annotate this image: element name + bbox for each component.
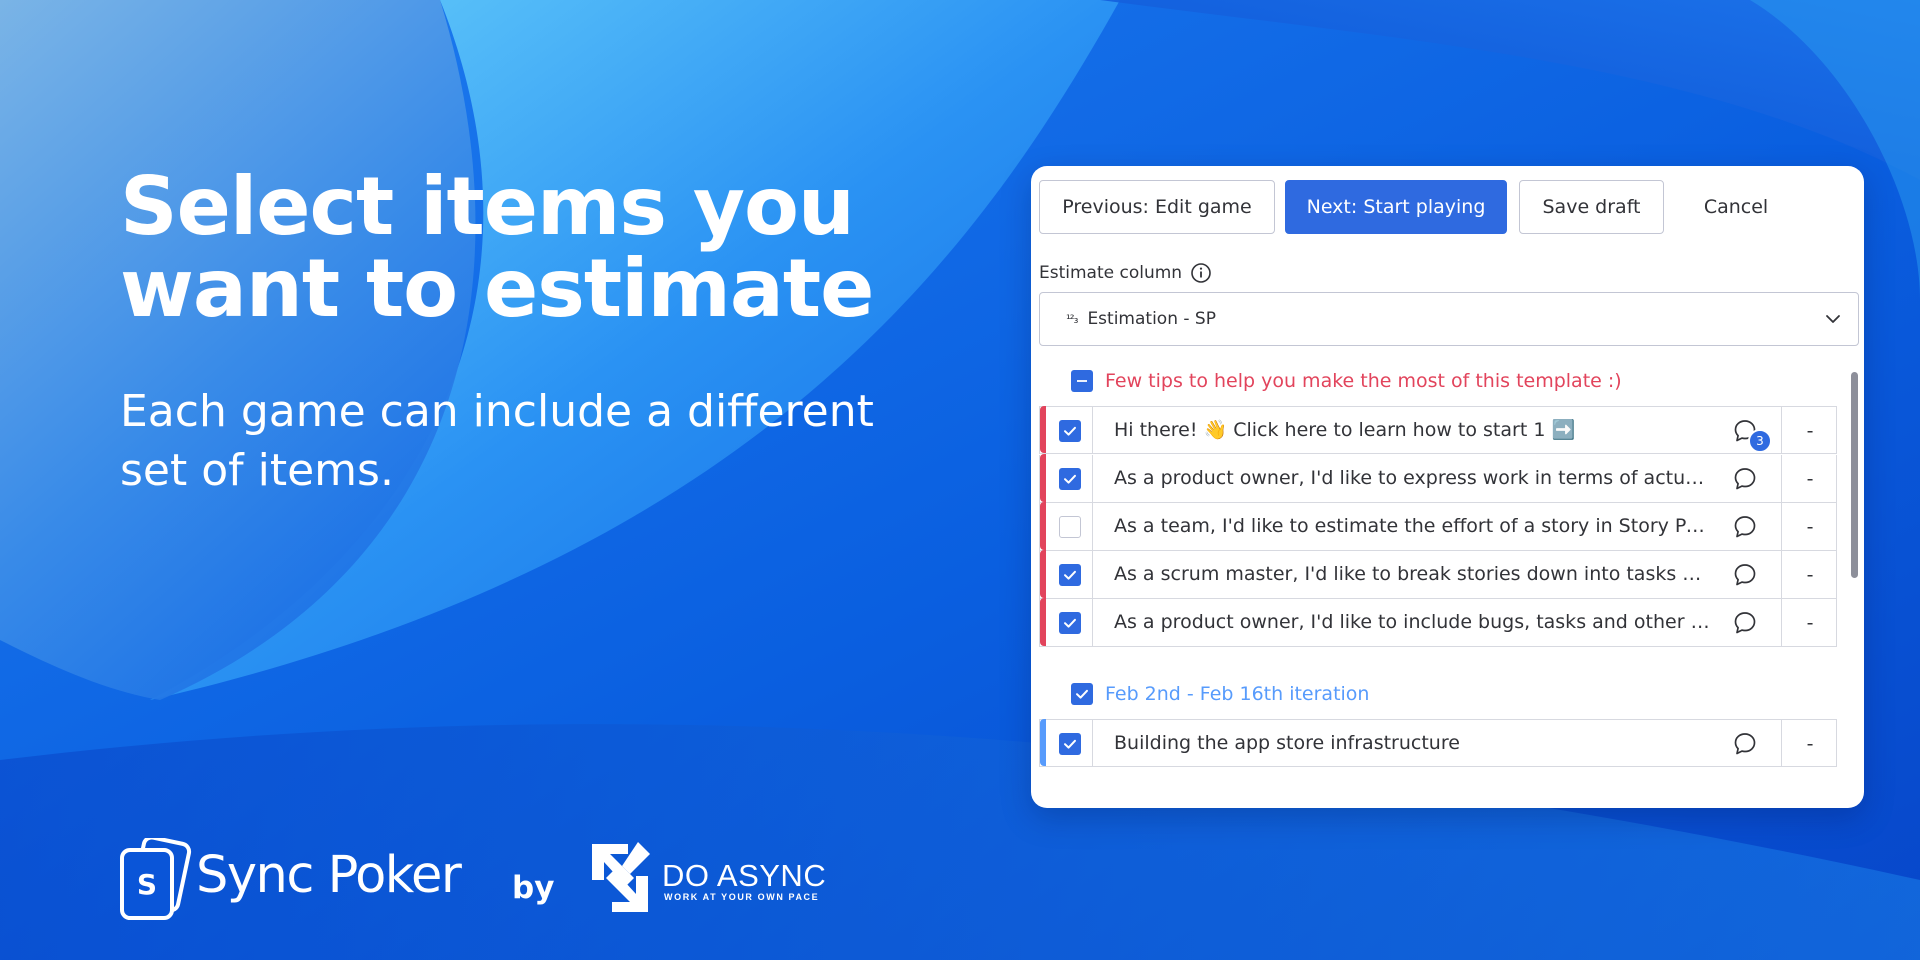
item-checkbox-cell	[1048, 720, 1093, 767]
group-color-bar	[1040, 598, 1046, 646]
estimate-selected-value: Estimation - SP	[1087, 309, 1216, 329]
do-async-logo-icon	[592, 842, 650, 912]
item-estimate: -	[1781, 599, 1837, 646]
item-estimate: -	[1781, 407, 1837, 454]
group-checkbox[interactable]	[1071, 683, 1093, 705]
partner-tagline: WORK AT YOUR OWN PACE	[664, 892, 820, 902]
table-row[interactable]: As a product owner, I'd like to include …	[1039, 598, 1837, 647]
group-partial-checkbox[interactable]	[1071, 370, 1093, 392]
next-button[interactable]: Next: Start playing	[1285, 180, 1507, 234]
group-color-bar	[1040, 502, 1046, 550]
scrollbar[interactable]	[1848, 368, 1860, 798]
table-row[interactable]: As a product owner, I'd like to express …	[1039, 454, 1837, 503]
table-row[interactable]: As a team, I'd like to estimate the effo…	[1039, 502, 1837, 551]
item-checkbox[interactable]	[1059, 419, 1081, 442]
select-items-panel: Previous: Edit game Next: Start playing …	[1031, 166, 1864, 808]
table-row[interactable]: Hi there! 👋 Click here to learn how to s…	[1039, 406, 1837, 454]
group-color-bar	[1040, 454, 1046, 502]
item-checkbox[interactable]	[1059, 515, 1081, 538]
comment-icon[interactable]	[1732, 514, 1758, 540]
item-checkbox-cell	[1048, 407, 1093, 454]
logo-letter: S	[137, 868, 157, 901]
hero-subtitle: Each game can include a different set of…	[120, 386, 874, 496]
comment-icon[interactable]	[1732, 466, 1758, 492]
item-name: As a product owner, I'd like to include …	[1114, 611, 1714, 633]
numbers-column-icon: ¹²₃	[1066, 312, 1078, 326]
item-estimate: -	[1781, 551, 1837, 598]
estimate-column-label: Estimate column	[1039, 262, 1212, 284]
previous-button[interactable]: Previous: Edit game	[1039, 180, 1275, 234]
group-title: Feb 2nd - Feb 16th iteration	[1105, 683, 1370, 705]
item-checkbox-cell	[1048, 599, 1093, 646]
item-name: As a team, I'd like to estimate the effo…	[1114, 515, 1714, 537]
group-title: Few tips to help you make the most of th…	[1105, 370, 1622, 392]
comment-icon[interactable]	[1732, 731, 1758, 757]
hero-title: Select items you want to estimate	[120, 160, 874, 335]
info-icon[interactable]	[1190, 262, 1212, 284]
comment-icon[interactable]	[1732, 610, 1758, 636]
item-name: As a scrum master, I'd like to break sto…	[1114, 563, 1714, 585]
cancel-button[interactable]: Cancel	[1674, 180, 1798, 234]
group-header[interactable]: Feb 2nd - Feb 16th iteration	[1071, 679, 1369, 709]
group-color-bar	[1040, 550, 1046, 598]
item-checkbox-cell	[1048, 455, 1093, 502]
item-estimate: -	[1781, 503, 1837, 550]
chevron-down-icon	[1826, 315, 1840, 323]
scrollbar-thumb[interactable]	[1851, 372, 1858, 578]
comment-icon[interactable]	[1732, 562, 1758, 588]
brand-name: Sync Poker	[196, 846, 462, 905]
group-color-bar	[1040, 719, 1046, 766]
item-name: Hi there! 👋 Click here to learn how to s…	[1114, 419, 1576, 441]
sync-poker-logo-icon: S	[120, 838, 192, 920]
save-draft-button[interactable]: Save draft	[1519, 180, 1664, 234]
item-checkbox[interactable]	[1059, 563, 1081, 586]
item-estimate: -	[1781, 720, 1837, 767]
estimate-column-select[interactable]: ¹²₃ Estimation - SP	[1039, 292, 1859, 346]
partner-name: DO ASYNC	[662, 858, 827, 893]
table-row[interactable]: Building the app store infrastructure -	[1039, 719, 1837, 767]
item-name: As a product owner, I'd like to express …	[1114, 467, 1714, 489]
group-header[interactable]: Few tips to help you make the most of th…	[1071, 366, 1622, 396]
brand-by: by	[512, 870, 555, 906]
item-checkbox[interactable]	[1059, 467, 1081, 490]
item-checkbox[interactable]	[1059, 732, 1081, 755]
item-checkbox-cell	[1048, 551, 1093, 598]
item-checkbox[interactable]	[1059, 611, 1081, 634]
comment-count-badge: 3	[1748, 429, 1772, 453]
table-row[interactable]: As a scrum master, I'd like to break sto…	[1039, 550, 1837, 599]
item-estimate: -	[1781, 455, 1837, 502]
estimate-label-text: Estimate column	[1039, 263, 1183, 283]
brand-footer: S Sync Poker by DO ASYNC WORK AT YOUR OW…	[118, 836, 838, 920]
items-list: Few tips to help you make the most of th…	[1031, 356, 1837, 808]
item-name: Building the app store infrastructure	[1114, 732, 1460, 754]
group-color-bar	[1040, 406, 1046, 453]
item-checkbox-cell	[1048, 503, 1093, 550]
